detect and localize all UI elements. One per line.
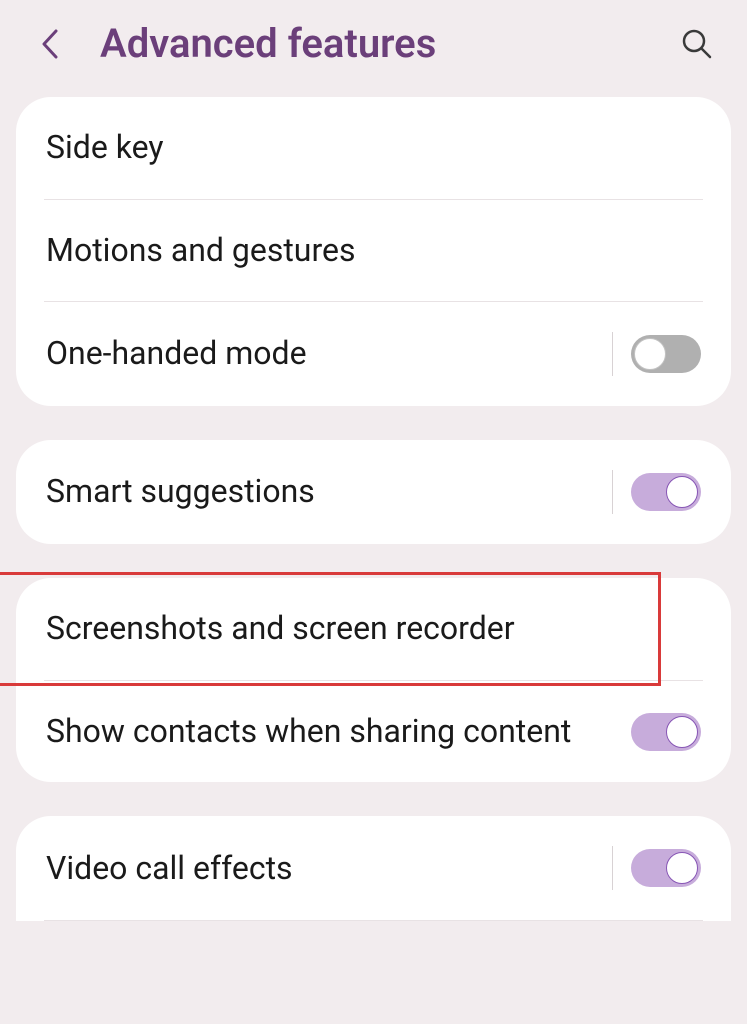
- toggle-show-contacts[interactable]: [631, 713, 701, 751]
- setting-show-contacts[interactable]: Show contacts when sharing content: [16, 681, 731, 783]
- toggle-area: [612, 332, 701, 376]
- settings-group-4: Video call effects: [16, 816, 731, 921]
- page-title: Advanced features: [100, 20, 677, 67]
- toggle-smart-suggestions[interactable]: [631, 473, 701, 511]
- search-icon[interactable]: [677, 24, 717, 64]
- toggle-area: [631, 713, 701, 751]
- toggle-divider: [612, 470, 613, 514]
- setting-one-handed-mode[interactable]: One-handed mode: [16, 302, 731, 406]
- toggle-divider: [612, 332, 613, 376]
- settings-group-3: Screenshots and screen recorder Show con…: [16, 578, 731, 782]
- toggle-one-handed[interactable]: [631, 335, 701, 373]
- header: Advanced features: [0, 0, 747, 97]
- setting-label: Smart suggestions: [46, 471, 612, 513]
- back-icon[interactable]: [30, 24, 70, 64]
- settings-group-1: Side key Motions and gestures One-handed…: [16, 97, 731, 406]
- toggle-area: [612, 470, 701, 514]
- toggle-video-call-effects[interactable]: [631, 849, 701, 887]
- setting-label: Motions and gestures: [46, 230, 701, 272]
- setting-smart-suggestions[interactable]: Smart suggestions: [16, 440, 731, 544]
- settings-group-2: Smart suggestions: [16, 440, 731, 544]
- setting-label: Show contacts when sharing content: [46, 711, 631, 753]
- divider: [44, 920, 703, 921]
- setting-label: Screenshots and screen recorder: [46, 608, 701, 650]
- setting-label: Side key: [46, 127, 701, 169]
- setting-screenshots-recorder[interactable]: Screenshots and screen recorder: [16, 578, 731, 680]
- setting-side-key[interactable]: Side key: [16, 97, 731, 199]
- toggle-area: [612, 846, 701, 890]
- setting-label: One-handed mode: [46, 333, 612, 375]
- setting-label: Video call effects: [46, 848, 612, 890]
- setting-motions-gestures[interactable]: Motions and gestures: [16, 200, 731, 302]
- setting-video-call-effects[interactable]: Video call effects: [16, 816, 731, 920]
- toggle-divider: [612, 846, 613, 890]
